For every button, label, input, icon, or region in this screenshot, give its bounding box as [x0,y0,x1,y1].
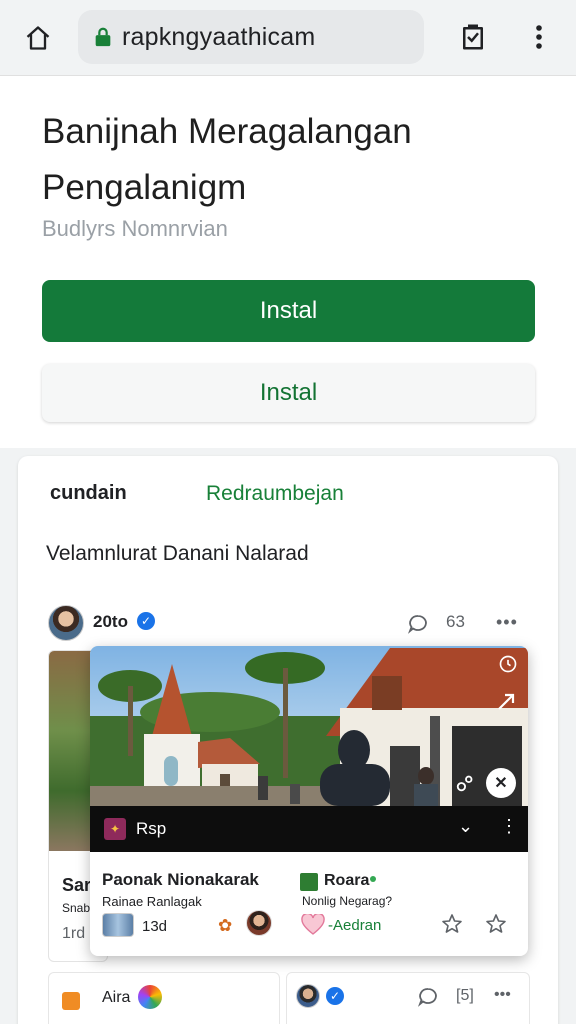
app-title: Banijnah Meragalangan Pengalanigm [42,104,542,216]
app-title-line-2: Pengalanigm [42,168,247,207]
avatar[interactable] [48,605,84,641]
lock-icon [95,27,111,47]
post-author[interactable]: Aira [102,989,130,1007]
address-bar[interactable]: rapkngyaathicam [78,10,424,64]
like-count: 13d [142,918,168,935]
action-link[interactable]: -Aedran [328,917,381,934]
install-button[interactable]: Instal [42,280,535,342]
heart-icon[interactable] [300,914,326,936]
app-badge-icon [62,992,80,1010]
tab-cundain[interactable]: cundain [50,482,127,505]
avatar-group[interactable] [102,913,134,937]
channel-name[interactable]: Rsp [136,819,166,839]
verified-icon: ✓ [137,612,155,630]
section-title: Velamnlurat Danani Nalarad [46,542,309,565]
reaction-icon[interactable] [454,772,478,794]
install-secondary-button[interactable]: Instal [42,364,535,422]
post-author[interactable]: 20to [93,612,128,632]
flower-icon[interactable]: ✿ [218,916,232,936]
app-title-line-1: Banijnah Meragalangan [42,112,412,151]
chevron-down-icon[interactable]: ⌄ [458,816,473,837]
status-dot [370,876,376,882]
more-vert-icon[interactable]: ⋮ [500,816,518,837]
close-icon[interactable]: ✕ [486,768,516,798]
avatar[interactable] [246,910,272,936]
item-title[interactable]: Roara [324,872,369,890]
color-wheel-icon [138,985,162,1009]
avatar[interactable] [296,984,320,1008]
verified-icon: ✓ [326,987,344,1005]
back-card-meta: 1rd [62,925,86,942]
star-icon[interactable] [440,912,464,936]
more-horiz-icon[interactable]: ••• [494,986,511,1004]
browser-toolbar: rapkngyaathicam [0,0,576,76]
post-card[interactable] [48,972,280,1024]
url-text: rapkngyaathicam [122,22,316,51]
count-badge[interactable]: [5] [456,987,474,1005]
count-badge[interactable]: 63 [446,612,465,632]
media-bar: ✦ Rsp ⌄ ⋮ [90,806,528,852]
tab-redraumbejan[interactable]: Redraumbejan [206,482,344,506]
more-vert-icon [536,25,542,49]
share-icon[interactable] [494,690,518,714]
browser-menu-button[interactable] [524,18,554,56]
back-card-subtitle: Snab [62,901,91,915]
home-icon [26,26,50,50]
download-icon [463,24,483,50]
download-button[interactable] [454,18,492,56]
item-title[interactable]: Paonak Nionakarak [102,870,259,890]
action-label: Aedran [333,917,382,934]
clock-icon[interactable] [498,654,518,674]
item-subtitle: Nonlig Negarag? [302,894,393,908]
item-badge-icon [300,873,318,891]
overlay-post-card[interactable]: ✕ ✦ Rsp ⌄ ⋮ Paonak Nionakarak Rainae Ran… [90,646,528,956]
chat-icon[interactable] [406,612,430,636]
star-icon[interactable] [484,912,508,936]
item-subtitle: Rainae Ranlagak [102,894,202,909]
more-horiz-icon[interactable]: ••• [496,612,518,633]
channel-badge-icon: ✦ [104,818,126,840]
back-card-title: Sar [62,875,92,895]
home-button[interactable] [20,20,56,56]
chat-icon[interactable] [416,985,440,1009]
app-developer: Budlyrs Nomnrvian [42,216,228,241]
